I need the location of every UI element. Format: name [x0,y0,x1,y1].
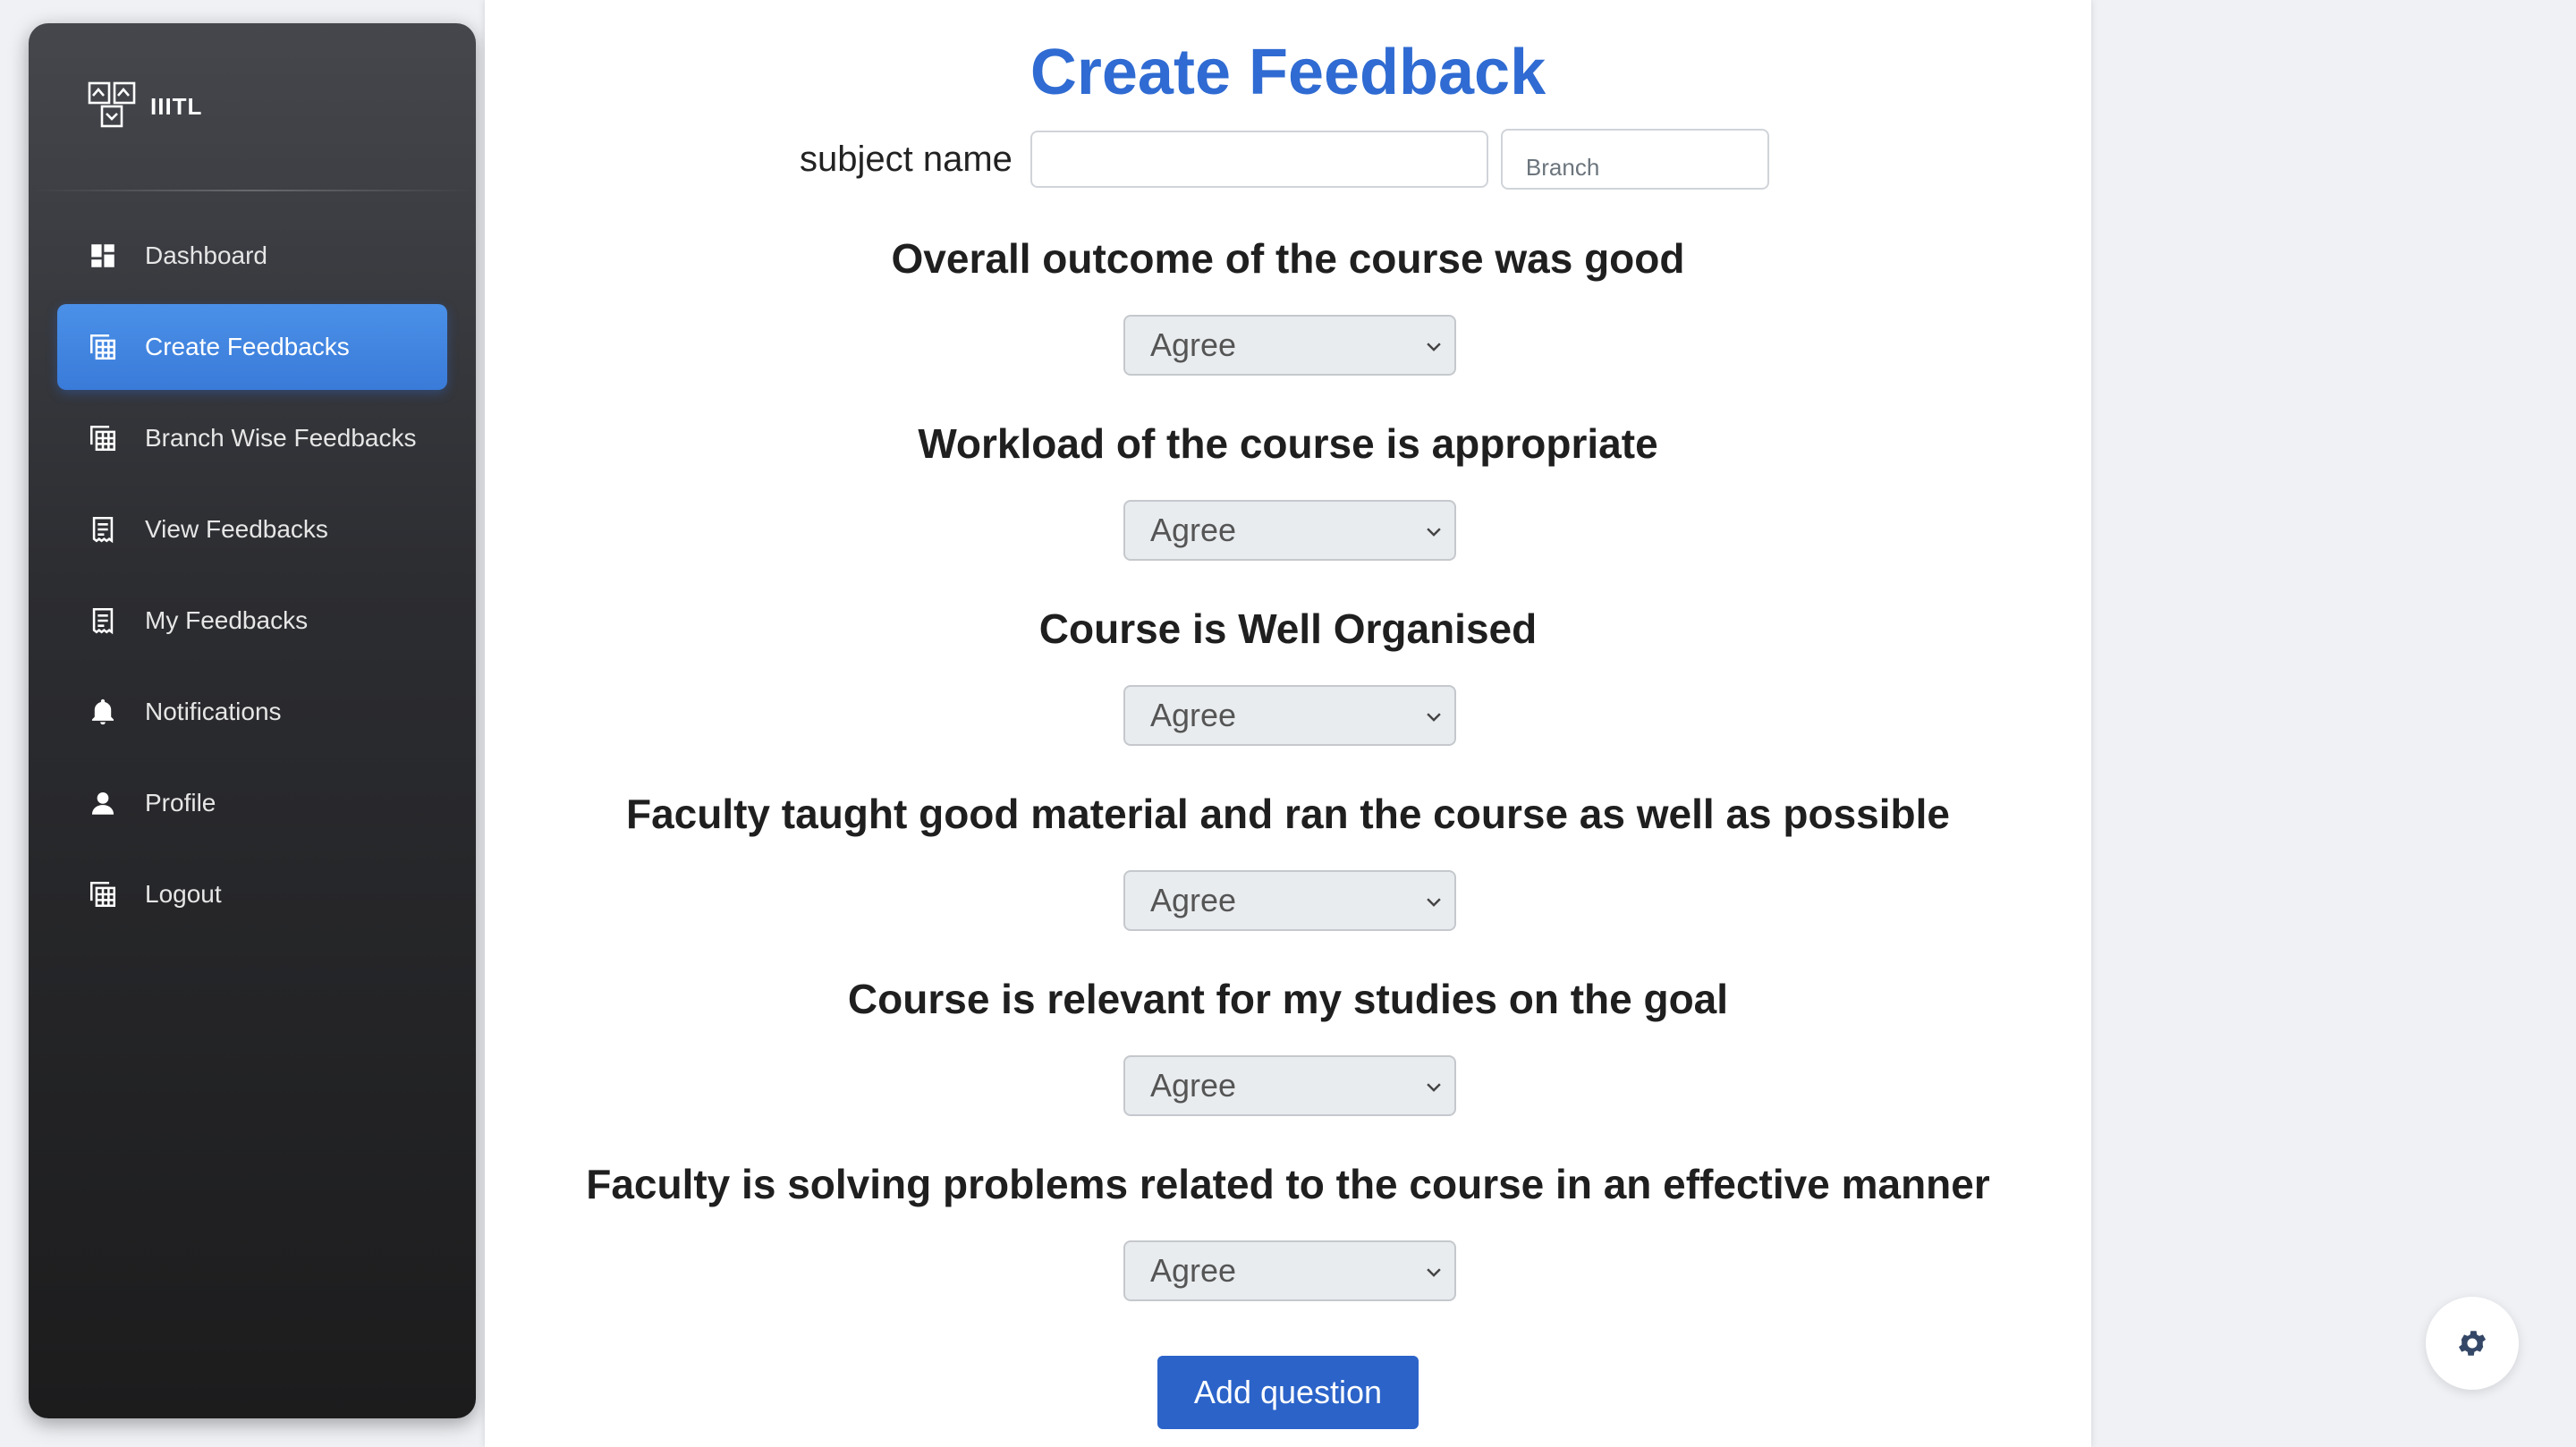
page-title: Create Feedback [1030,37,1546,108]
chevron-down-icon [1427,343,1441,351]
question-text: Course is relevant for my studies on the… [847,976,1729,1022]
question-text: Faculty taught good material and ran the… [625,791,1951,837]
select-value: Agree [1150,697,1237,733]
sidebar-item-label: Profile [145,789,216,817]
question-text: Course is Well Organised [1038,605,1538,652]
answer-select[interactable]: Agree [1123,1240,1456,1301]
chevron-down-icon [1427,528,1441,537]
sidebar-item-view-feedbacks[interactable]: View Feedbacks [57,487,447,572]
person-icon [88,788,118,818]
answer-select[interactable]: Agree [1123,315,1456,376]
receipt-icon [88,514,118,545]
sidebar-item-create-feedbacks[interactable]: Create Feedbacks [57,304,447,390]
sidebar-item-profile[interactable]: Profile [57,760,447,846]
sidebar-item-label: Create Feedbacks [145,333,350,360]
dashboard-icon [88,241,118,271]
question-text: Workload of the course is appropriate [918,420,1658,467]
answer-select[interactable]: Agree [1123,870,1456,931]
chevron-down-icon [1427,1083,1441,1092]
question-text: Faculty is solving problems related to t… [586,1161,1990,1207]
sidebar-item-my-feedbacks[interactable]: My Feedbacks [57,578,447,664]
table-icon [88,879,118,910]
answer-select[interactable]: Agree [1123,1055,1456,1116]
sidebar-item-branch-wise-feedbacks[interactable]: Branch Wise Feedbacks [57,395,447,481]
sidebar-nav: Dashboard Create Feedbacks Branch Wise F… [57,213,447,943]
answer-select[interactable]: Agree [1123,500,1456,561]
brand[interactable]: IIITL [88,66,202,147]
sidebar-item-logout[interactable]: Logout [57,851,447,937]
chevron-down-icon [1427,898,1441,907]
add-question-button[interactable]: Add question [1157,1356,1419,1429]
select-value: Agree [1150,512,1237,548]
settings-button[interactable] [2426,1297,2519,1390]
question-text: Overall outcome of the course was good [891,235,1685,282]
feedback-form-panel: Create Feedback subject name Overall out… [485,0,2091,1447]
sidebar-item-label: Dashboard [145,241,267,269]
sidebar-item-label: View Feedbacks [145,515,328,543]
sidebar-item-label: Notifications [145,698,282,725]
branch-input[interactable] [1500,129,1769,190]
receipt-icon [88,605,118,636]
chevron-down-icon [1427,1268,1441,1277]
sidebar-item-label: Logout [145,880,222,908]
sidebar: IIITL Dashboard Create Feedbacks Branch … [29,23,476,1418]
chevron-down-icon [1427,713,1441,722]
table-icon [88,423,118,453]
subject-row: subject name [800,127,1769,191]
select-value: Agree [1150,882,1237,918]
select-value: Agree [1150,1252,1237,1289]
sidebar-item-dashboard[interactable]: Dashboard [57,213,447,299]
answer-select[interactable]: Agree [1123,685,1456,746]
iiitl-logo-icon [88,80,141,133]
gear-icon [2458,1331,2487,1356]
select-value: Agree [1150,1067,1237,1104]
select-value: Agree [1150,326,1237,363]
table-icon [88,332,118,362]
sidebar-item-label: Branch Wise Feedbacks [145,424,417,452]
brand-divider [29,190,476,191]
sidebar-item-label: My Feedbacks [145,606,309,634]
subject-name-label: subject name [800,139,1013,179]
bell-icon [88,697,118,727]
sidebar-item-notifications[interactable]: Notifications [57,669,447,755]
subject-name-input[interactable] [1030,131,1488,188]
brand-name: IIITL [150,92,203,120]
